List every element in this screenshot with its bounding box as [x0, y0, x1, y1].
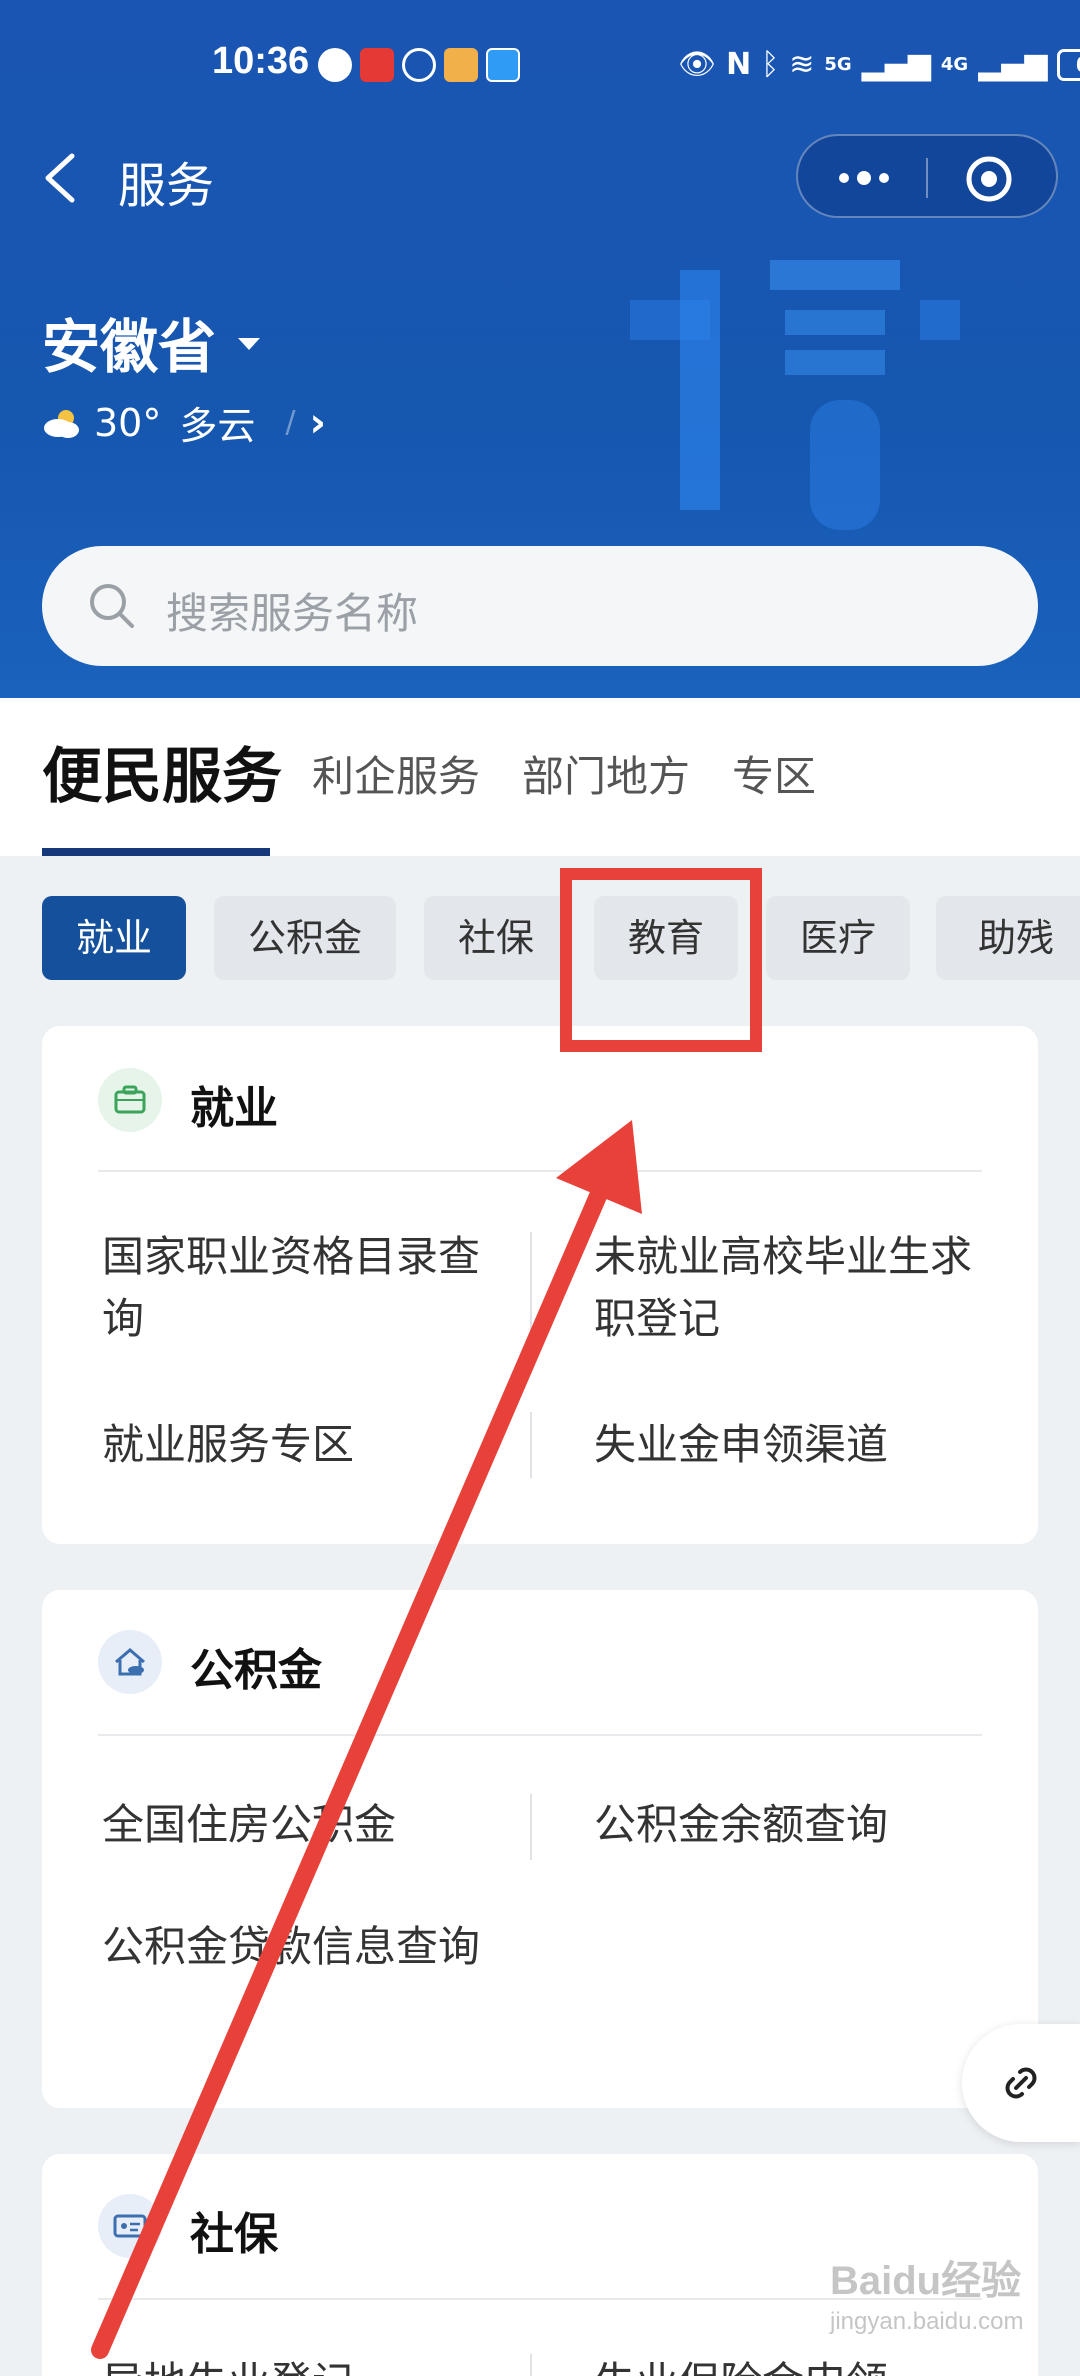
- miniprogram-capsule: [796, 134, 1058, 218]
- category-tabs: 便民服务 利企服务 部门地方 专区: [0, 698, 1080, 856]
- eye-icon: 👁: [678, 47, 717, 82]
- topic-chips: 就业 公积金 社保 教育 医疗 助残: [0, 896, 1080, 982]
- highlight-box-annotation: [560, 868, 762, 1052]
- floating-link-button[interactable]: [962, 2024, 1080, 2142]
- partly-cloudy-icon: [44, 409, 79, 438]
- section-divider: [98, 1170, 982, 1172]
- chip-housing-fund[interactable]: 公积金: [214, 896, 396, 980]
- tab-special-zones[interactable]: 专区: [732, 698, 816, 856]
- column-divider: [530, 1794, 532, 1860]
- temperature: 30°: [94, 400, 162, 445]
- notification-icons: [318, 48, 520, 82]
- tab-enterprise-services[interactable]: 利企服务: [312, 698, 480, 856]
- close-miniprogram-icon[interactable]: [964, 154, 1014, 204]
- tab-convenience-services[interactable]: 便民服务: [42, 698, 282, 856]
- section-divider: [98, 1734, 982, 1736]
- weather-info[interactable]: 30° 多云 / ›: [42, 395, 326, 450]
- chevron-right-icon: ›: [309, 399, 326, 446]
- page-title: 服务: [118, 158, 215, 214]
- column-divider: [530, 1412, 532, 1478]
- chip-social-security[interactable]: 社保: [424, 896, 568, 980]
- weather-text: 多云: [179, 404, 256, 448]
- column-divider: [530, 2354, 532, 2376]
- service-link[interactable]: 国家职业资格目录查询: [102, 1226, 502, 1350]
- section-card-housing-fund: 公积金 全国住房公积金 公积金余额查询 公积金贷款信息查询: [42, 1590, 1038, 2108]
- signal-bars-icon: ▂▄▆: [861, 47, 931, 82]
- chip-medical[interactable]: 医疗: [766, 896, 910, 980]
- chip-employment[interactable]: 就业: [42, 896, 186, 980]
- signal-4g-icon: 4G: [940, 54, 969, 75]
- service-link[interactable]: 失业金申领渠道: [594, 1414, 994, 1476]
- service-link[interactable]: 全国住房公积金: [102, 1794, 502, 1856]
- section-title: 公积金: [190, 1645, 322, 1696]
- service-link[interactable]: 就业服务专区: [102, 1414, 502, 1476]
- system-status-icons: 👁 N ᛒ ≋ 5G ▂▄▆ 4G ▂▄▆ 60: [678, 48, 1080, 82]
- section-card-employment: 就业 国家职业资格目录查询 未就业高校毕业生求职登记 就业服务专区 失业金申领渠…: [42, 1026, 1038, 1544]
- service-link[interactable]: 失业保险金申领: [594, 2352, 994, 2376]
- weather-separator: /: [285, 405, 296, 440]
- signal-5g-icon: 5G: [824, 54, 852, 75]
- link-icon: [1005, 2067, 1037, 2099]
- bluetooth-icon: ᛒ: [761, 47, 780, 82]
- province-selector[interactable]: 安徽省: [42, 300, 216, 384]
- section-title: 就业: [190, 1083, 278, 1134]
- capsule-divider: [926, 158, 928, 198]
- header-banner: 10:36 👁 N ᛒ ≋ 5G ▂▄▆ 4G ▂▄▆ 60 服务: [0, 0, 1080, 698]
- service-link[interactable]: 公积金贷款信息查询: [102, 1916, 502, 1978]
- battery-icon: 60: [1057, 49, 1080, 81]
- search-placeholder: 搜索服务名称: [166, 589, 419, 638]
- wifi-icon: ≋: [789, 47, 815, 82]
- section-title: 社保: [190, 2209, 278, 2260]
- more-icon[interactable]: [834, 160, 894, 196]
- app-notification-icon: [402, 48, 436, 82]
- app-notification-icon: [486, 48, 520, 82]
- status-time: 10:36: [212, 40, 310, 82]
- tab-departments-regions[interactable]: 部门地方: [522, 698, 690, 856]
- service-link[interactable]: 公积金余额查询: [594, 1794, 994, 1856]
- column-divider: [530, 1232, 532, 1342]
- search-icon: [90, 584, 134, 628]
- back-arrow-icon[interactable]: [38, 148, 82, 208]
- nfc-icon: N: [726, 47, 752, 82]
- id-card-icon: [98, 2194, 162, 2258]
- banner-decoration: [630, 260, 960, 530]
- signal-bars-icon: ▂▄▆: [978, 47, 1048, 82]
- watermark-logo: Baidu经验 jingyan.baidu.com: [830, 2259, 1024, 2335]
- service-link[interactable]: 未就业高校毕业生求职登记: [594, 1226, 994, 1350]
- search-input[interactable]: 搜索服务名称: [42, 546, 1038, 666]
- chip-disability-aid[interactable]: 助残: [936, 896, 1080, 980]
- house-coin-icon: [98, 1630, 162, 1694]
- chat-notification-icon: [318, 48, 352, 82]
- service-link[interactable]: 异地失业登记: [102, 2352, 502, 2376]
- status-bar: 10:36 👁 N ᛒ ≋ 5G ▂▄▆ 4G ▂▄▆ 60: [0, 0, 1080, 136]
- app-notification-icon: [360, 48, 394, 82]
- active-tab-indicator: [42, 848, 270, 856]
- briefcase-icon: [98, 1068, 162, 1132]
- dropdown-arrow-icon[interactable]: [238, 338, 260, 350]
- app-notification-icon: [444, 48, 478, 82]
